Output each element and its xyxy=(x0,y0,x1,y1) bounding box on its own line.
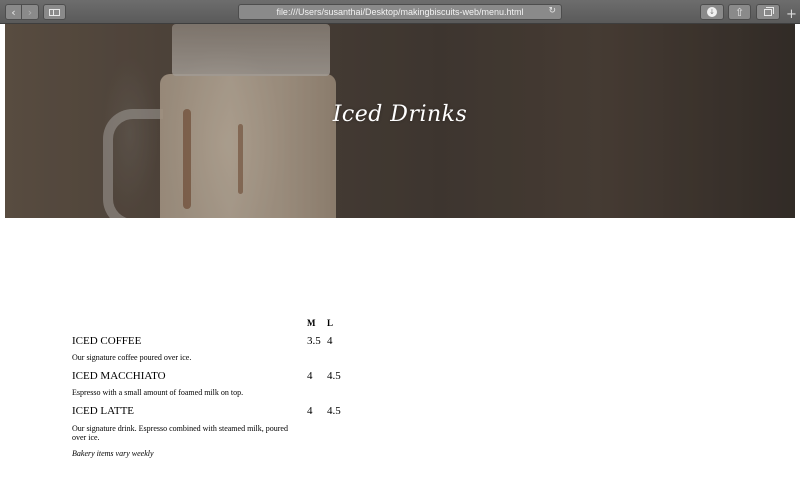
downloads-button[interactable]: ↓ xyxy=(700,4,724,20)
menu-item-description: Our signature drink. Espresso combined w… xyxy=(72,424,288,442)
share-icon: ⇧ xyxy=(734,5,745,19)
chevron-left-icon: ‹ xyxy=(11,5,16,19)
menu-item-price-m: 3.5 xyxy=(307,335,321,347)
navigation-buttons: ‹ › xyxy=(5,4,39,20)
menu-item-description: Our signature coffee poured over ice. xyxy=(72,353,192,362)
sidebar-icon xyxy=(49,8,60,16)
menu-item-name: ICED MACCHIATO xyxy=(72,370,166,382)
reload-icon[interactable]: ↻ xyxy=(548,6,556,16)
download-icon: ↓ xyxy=(707,7,717,17)
menu-item-price-l: 4 xyxy=(327,335,333,347)
menu-item-price-l: 4.5 xyxy=(327,405,341,417)
menu-item-price-l: 4.5 xyxy=(327,370,341,382)
menu-item-name: ICED LATTE xyxy=(72,405,135,417)
back-button[interactable]: ‹ xyxy=(5,4,22,20)
address-bar[interactable]: file:///Users/susanthai/Desktop/makingbi… xyxy=(238,4,562,20)
tabs-icon xyxy=(764,6,774,16)
chevron-right-icon: › xyxy=(27,5,33,19)
url-text: file:///Users/susanthai/Desktop/makingbi… xyxy=(276,7,524,17)
menu-item-price-m: 4 xyxy=(307,370,313,382)
tab-overview-button[interactable] xyxy=(756,4,780,20)
sidebar-toggle-button[interactable] xyxy=(43,4,66,20)
forward-button[interactable]: › xyxy=(22,4,39,20)
menu-item-name: ICED COFFEE xyxy=(72,335,142,347)
plus-icon[interactable]: + xyxy=(786,8,797,21)
page-title: Iced Drinks xyxy=(332,102,468,127)
hero-banner: Iced Drinks xyxy=(5,24,795,218)
menu-note: Bakery items vary weekly xyxy=(72,449,154,458)
menu-item-description: Espresso with a small amount of foamed m… xyxy=(72,388,244,397)
browser-toolbar: ‹ › file:///Users/susanthai/Desktop/maki… xyxy=(0,0,800,24)
share-button[interactable]: ⇧ xyxy=(728,4,751,20)
size-header-l: L xyxy=(327,318,334,328)
size-header-m: M xyxy=(307,318,316,328)
menu-item-price-m: 4 xyxy=(307,405,313,417)
